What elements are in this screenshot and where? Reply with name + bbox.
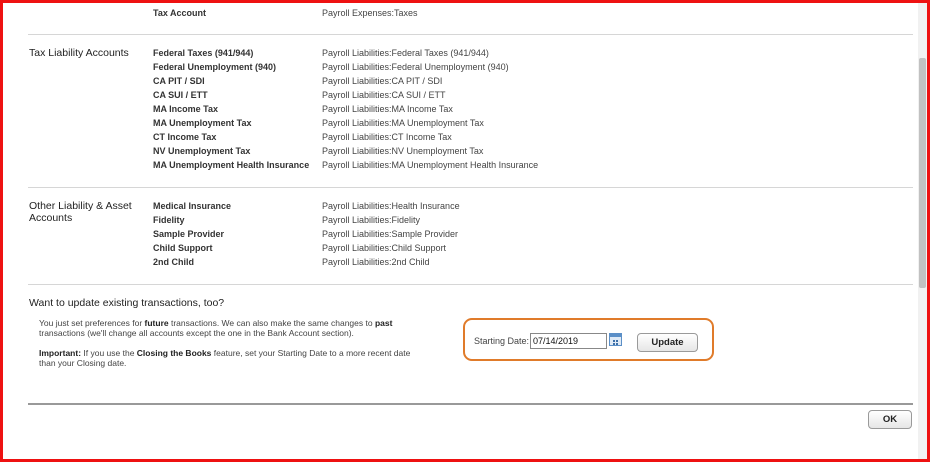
calendar-icon[interactable]: [609, 333, 622, 346]
scrollbar-thumb[interactable]: [919, 58, 926, 288]
divider: [28, 284, 913, 285]
list-item-label: CA PIT / SDI: [153, 76, 205, 86]
list-item-value: Payroll Liabilities:Child Support: [322, 243, 447, 253]
list-item-value: Payroll Liabilities:2nd Child: [322, 257, 430, 267]
other-liability-title: Other Liability & Asset Accounts: [29, 200, 132, 224]
tax-liability-title: Tax Liability Accounts: [29, 47, 129, 59]
starting-date-input[interactable]: [530, 333, 607, 349]
list-item-label: 2nd Child: [153, 257, 194, 267]
closing-books-note: Important: If you use the Closing the Bo…: [39, 348, 411, 368]
tax-account-value: Payroll Expenses:Taxes: [322, 8, 418, 18]
tax-account-label: Tax Account: [153, 8, 207, 18]
list-item-label: Medical Insurance: [153, 201, 232, 211]
ok-button[interactable]: OK: [868, 410, 912, 429]
list-item-label: CT Income Tax: [153, 132, 217, 142]
update-button[interactable]: Update: [637, 333, 698, 352]
list-item-value: Payroll Liabilities:CA PIT / SDI: [322, 76, 443, 86]
list-item-value: Payroll Liabilities:MA Unemployment Tax: [322, 118, 484, 128]
list-item-label: Federal Unemployment (940): [153, 62, 277, 72]
list-item-value: Payroll Liabilities:CA SUI / ETT: [322, 90, 446, 100]
list-item-value: Payroll Liabilities:CT Income Tax: [322, 132, 452, 142]
settings-panel: Tax Account Payroll Expenses:Taxes Tax L…: [3, 3, 918, 459]
list-item-value: Payroll Liabilities:Health Insurance: [322, 201, 460, 211]
list-item-label: Fidelity: [153, 215, 185, 225]
list-item-value: Payroll Liabilities:Federal Unemployment…: [322, 62, 509, 72]
divider: [28, 187, 913, 188]
list-item-label: Sample Provider: [153, 229, 225, 239]
list-item-label: CA SUI / ETT: [153, 90, 208, 100]
footer-divider: [28, 403, 913, 405]
divider: [28, 34, 913, 35]
list-item-value: Payroll Liabilities:MA Income Tax: [322, 104, 453, 114]
list-item-label: Federal Taxes (941/944): [153, 48, 254, 58]
list-item-label: MA Unemployment Tax: [153, 118, 252, 128]
list-item-label: Child Support: [153, 243, 213, 253]
list-item-value: Payroll Liabilities:Fidelity: [322, 215, 421, 225]
starting-date-label: Starting Date:: [474, 336, 530, 346]
list-item-label: MA Unemployment Health Insurance: [153, 160, 310, 170]
list-item-value: Payroll Liabilities:MA Unemployment Heal…: [322, 160, 539, 170]
list-item-label: NV Unemployment Tax: [153, 146, 251, 156]
list-item-value: Payroll Liabilities:Sample Provider: [322, 229, 459, 239]
list-item-value: Payroll Liabilities:Federal Taxes (941/9…: [322, 48, 489, 58]
list-item-label: MA Income Tax: [153, 104, 219, 114]
list-item-value: Payroll Liabilities:NV Unemployment Tax: [322, 146, 484, 156]
update-info-text: You just set preferences for future tran…: [39, 318, 393, 338]
update-section-title: Want to update existing transactions, to…: [29, 297, 225, 309]
vertical-scrollbar[interactable]: [918, 3, 927, 459]
